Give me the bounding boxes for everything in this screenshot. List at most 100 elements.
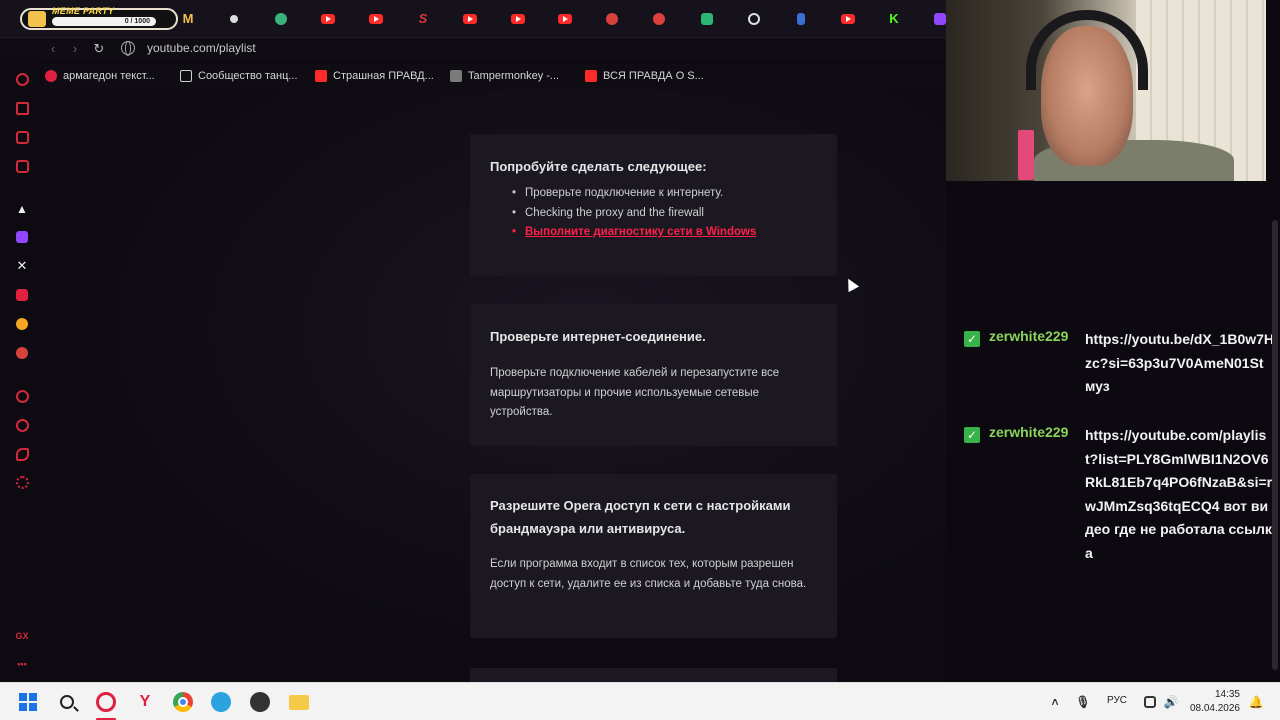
clock[interactable]: 14:35 08.04.2026 xyxy=(1190,688,1240,716)
more-icon[interactable]: ••• xyxy=(14,656,30,672)
mail-icon[interactable] xyxy=(14,316,30,332)
chat-message: ✓ zerwhite229 https://youtu.be/dX_1B0w7H… xyxy=(964,328,1274,422)
bookmark-label: армагедон текст... xyxy=(63,70,155,82)
gmail-icon[interactable] xyxy=(14,158,30,174)
tab-youtube-icon[interactable] xyxy=(508,9,528,29)
aria-icon[interactable]: ▲ xyxy=(14,201,30,217)
globe-icon xyxy=(121,41,135,56)
telegram-icon[interactable] xyxy=(209,690,233,714)
bookmark-item[interactable]: Tampermonkey -... xyxy=(450,70,559,82)
yandex-icon[interactable] xyxy=(14,287,30,303)
back-icon[interactable]: ‹ xyxy=(44,40,62,58)
history-icon[interactable] xyxy=(14,417,30,433)
settings-icon[interactable] xyxy=(14,474,30,490)
tab-youtube-icon[interactable] xyxy=(460,9,480,29)
taskbar: Y ˄ 🎙 РУС 🔊 14:35 08.04.2026 🔔 xyxy=(0,682,1280,720)
suggestions-card: Попробуйте сделать следующее: Проверьте … xyxy=(470,134,837,276)
search-icon[interactable] xyxy=(55,690,79,714)
tab-title: MEME PARTY xyxy=(52,6,115,16)
forward-icon[interactable]: › xyxy=(66,40,84,58)
opera-icon[interactable] xyxy=(94,690,118,714)
tab-chatgpt-icon[interactable] xyxy=(224,9,244,29)
yandex-browser-icon[interactable]: Y xyxy=(133,690,157,714)
twitch-icon[interactable] xyxy=(14,229,30,245)
list-item: Checking the proxy and the firewall xyxy=(512,204,817,224)
notification-bell-icon[interactable]: 🔔 xyxy=(1244,690,1268,714)
chrome-icon[interactable] xyxy=(171,690,195,714)
verified-badge-icon: ✓ xyxy=(964,427,980,443)
bookmark-item[interactable]: Страшная ПРАВД... xyxy=(315,70,434,82)
chat-text: https://youtube.com/playlist?list=PLY8Gm… xyxy=(1085,427,1273,561)
tab-green-square-icon[interactable] xyxy=(697,9,717,29)
sidebar: ▲ ✕ GX ••• xyxy=(0,62,44,682)
webcam-overlay xyxy=(946,0,1266,181)
bookmarks-bar: армагедон текст... Сообщество танц... Ст… xyxy=(0,64,946,90)
tab-youtube-icon[interactable] xyxy=(366,9,386,29)
firewall-card: Разрешите Opera доступ к сети с настройк… xyxy=(470,474,837,638)
lamp xyxy=(1018,130,1034,180)
extension-icon[interactable] xyxy=(14,345,30,361)
tab-blue-icon[interactable] xyxy=(791,9,811,29)
url-field[interactable]: youtube.com/playlist xyxy=(147,41,256,55)
youtube-icon xyxy=(585,70,597,82)
error-page: Попробуйте сделать следующее: Проверьте … xyxy=(44,90,946,688)
address-bar: ‹ › ↻ youtube.com/playlist xyxy=(0,38,946,62)
headphones xyxy=(1026,10,1148,90)
card-title: Разрешите Opera доступ к сети с настройк… xyxy=(490,498,791,536)
bookmark-label: Tampermonkey -... xyxy=(468,70,560,82)
tab-red-circle-icon[interactable] xyxy=(649,9,669,29)
tab-youtube-icon[interactable] xyxy=(318,9,338,29)
tab-kick-icon[interactable]: K xyxy=(884,9,904,29)
suggestions-list: Проверьте подключение к интернету. Check… xyxy=(512,184,817,243)
chevron-up-icon[interactable]: ˄ xyxy=(1043,690,1067,714)
speed-dial-icon[interactable] xyxy=(14,71,30,87)
tab-youtube-icon[interactable] xyxy=(555,9,575,29)
microphone-icon[interactable]: 🎙 xyxy=(1071,690,1095,714)
doge-icon xyxy=(28,11,46,27)
tab-s-icon[interactable]: S xyxy=(413,9,433,29)
bookmark-label: Страшная ПРАВД... xyxy=(333,70,434,82)
page-icon xyxy=(180,70,192,82)
volume-icon[interactable]: 🔊 xyxy=(1159,690,1183,714)
tab-progress: 0 / 1000 xyxy=(52,17,156,26)
tab-meme-party[interactable]: MEME PARTY 0 / 1000 xyxy=(20,6,178,30)
more-text: ••• xyxy=(17,659,27,669)
card-title: Проверьте интернет-соединение. xyxy=(490,329,706,344)
reload-icon[interactable]: ↻ xyxy=(90,40,108,58)
scrollbar[interactable] xyxy=(1272,220,1278,670)
verified-badge-icon: ✓ xyxy=(964,331,980,347)
tampermonkey-icon xyxy=(450,70,462,82)
tab-green-icon[interactable] xyxy=(271,9,291,29)
windows-start-icon[interactable] xyxy=(16,690,40,714)
bookmark-item[interactable]: армагедон текст... xyxy=(45,70,155,82)
network-diagnostics-link[interactable]: Выполните диагностику сети в Windows xyxy=(512,223,817,243)
gx-control-icon[interactable] xyxy=(14,129,30,145)
language-indicator[interactable]: РУС xyxy=(1107,695,1127,720)
player-icon[interactable] xyxy=(14,388,30,404)
card-body: Если программа входит в список тех, кото… xyxy=(490,558,807,590)
chat-text: https://youtu.be/dX_1B0w7Hzc?si=63p3u7V0… xyxy=(1085,331,1275,394)
bookmark-item[interactable]: ВСЯ ПРАВДА О S... xyxy=(585,70,704,82)
chat-panel: ✓ zerwhite229 https://youtu.be/dX_1B0w7H… xyxy=(946,181,1280,682)
gx-corner-icon[interactable] xyxy=(14,100,30,116)
obs-icon[interactable] xyxy=(248,690,272,714)
chat-username: zerwhite229 xyxy=(989,424,1069,440)
tab-red-circle-icon[interactable] xyxy=(602,9,622,29)
gx-text: GX xyxy=(15,631,29,641)
bookmark-label: Сообщество танц... xyxy=(198,70,298,82)
extensions-icon[interactable] xyxy=(14,446,30,462)
file-explorer-icon[interactable] xyxy=(287,690,311,714)
card-body: Проверьте подключение кабелей и перезапу… xyxy=(490,367,780,418)
list-item: Проверьте подключение к интернету. xyxy=(512,184,817,204)
gx-label[interactable]: GX xyxy=(14,628,30,644)
tab-strip: MEME PARTY 0 / 1000 M S K xyxy=(0,0,946,38)
clock-time: 14:35 xyxy=(1214,689,1240,700)
connection-card: Проверьте интернет-соединение. Проверьте… xyxy=(470,304,837,446)
x-icon[interactable]: ✕ xyxy=(14,258,30,274)
tab-m-icon[interactable]: M xyxy=(178,9,198,29)
card-title: Попробуйте сделать следующее: xyxy=(490,159,707,174)
tab-openai-icon[interactable] xyxy=(744,9,764,29)
tab-youtube-icon[interactable] xyxy=(838,9,858,29)
bookmark-label: ВСЯ ПРАВДА О S... xyxy=(603,70,704,82)
bookmark-item[interactable]: Сообщество танц... xyxy=(180,70,298,82)
